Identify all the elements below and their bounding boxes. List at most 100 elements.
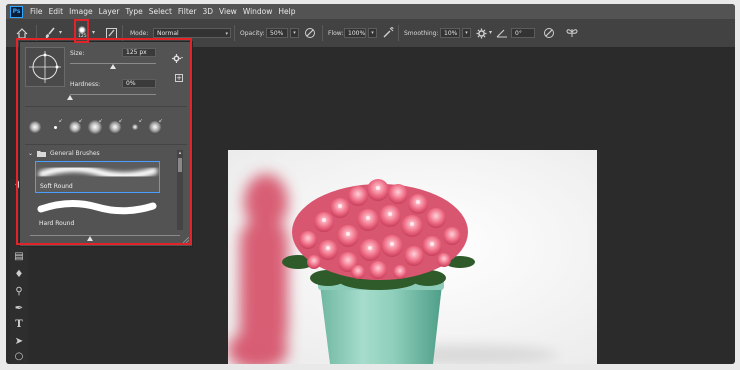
flow-dropdown[interactable]: ▾ xyxy=(368,28,377,38)
menu-file[interactable]: File xyxy=(30,7,43,16)
hardness-input[interactable]: 0% xyxy=(122,79,156,88)
brush-preset-picker-panel: Size: 125 px Hardness: 0% + ↙ ↙ ↙ ↙ ↙ ↙ … xyxy=(19,41,193,247)
recent-brush-1[interactable] xyxy=(26,118,44,136)
pressure-arrow-icon: ↙ xyxy=(118,118,123,124)
chevron-down-icon: ▾ xyxy=(465,30,468,36)
brush-group-general[interactable]: ⌄ General Brushes xyxy=(28,150,100,157)
home-icon xyxy=(16,27,28,39)
pen-pressure-icon xyxy=(305,28,315,38)
droplet-icon: ♦ xyxy=(14,269,24,280)
pressure-arrow-icon: ↙ xyxy=(78,118,83,124)
photoshop-window: Ps File Edit Image Layer Type Select Fil… xyxy=(6,4,735,364)
gear-icon xyxy=(172,54,183,63)
recent-brush-4[interactable]: ↙ xyxy=(86,118,104,136)
size-label: Size: xyxy=(70,50,85,57)
ellipse-tool[interactable]: ○ xyxy=(10,351,28,363)
recent-brush-2[interactable]: ↙ xyxy=(46,118,64,136)
recent-brush-5[interactable]: ↙ xyxy=(106,118,124,136)
menu-window[interactable]: Window xyxy=(243,7,273,16)
hardness-slider-track[interactable] xyxy=(70,94,156,95)
gear-icon xyxy=(476,28,487,38)
menu-select[interactable]: Select xyxy=(149,7,172,16)
pressure-arrow-icon: ↙ xyxy=(158,118,163,124)
angle-input[interactable]: 0° xyxy=(511,28,535,38)
chevron-down-icon: ▾ xyxy=(489,29,493,36)
blur-tool[interactable]: ♦ xyxy=(10,269,28,281)
preview-size-slider-thumb[interactable] xyxy=(87,236,93,241)
smoothing-options-button[interactable]: ▾ xyxy=(476,19,492,47)
size-slider-thumb[interactable] xyxy=(110,64,116,69)
recent-brush-3[interactable]: ↙ xyxy=(66,118,84,136)
chevron-down-icon: ▾ xyxy=(59,29,63,36)
ellipse-icon: ○ xyxy=(14,351,24,362)
dodge-icon: ⚲ xyxy=(15,286,23,297)
brush-settings-icon xyxy=(106,27,117,39)
menu-layer[interactable]: Layer xyxy=(99,7,120,16)
soft-round-stroke-preview xyxy=(38,165,158,180)
menu-3d[interactable]: 3D xyxy=(202,7,213,16)
panel-settings-button[interactable] xyxy=(172,48,183,67)
pressure-arrow-icon: ↙ xyxy=(58,118,63,124)
pressure-opacity-button[interactable] xyxy=(304,19,316,47)
menu-help[interactable]: Help xyxy=(278,7,295,16)
brush-group-name: General Brushes xyxy=(50,150,100,157)
type-tool[interactable]: T xyxy=(10,319,28,331)
brush-list-scrollbar[interactable]: ▴ xyxy=(177,150,183,230)
soft-round-tip-icon xyxy=(29,121,41,133)
pen-tool[interactable]: ✒ xyxy=(10,303,28,315)
opacity-dropdown[interactable]: ▾ xyxy=(290,28,299,38)
new-preset-button[interactable]: + xyxy=(175,74,183,82)
dodge-tool[interactable]: ⚲ xyxy=(10,286,28,298)
small-soft-tip-icon xyxy=(132,124,138,130)
butterfly-icon xyxy=(566,29,578,37)
pressure-size-button[interactable] xyxy=(543,19,555,47)
resize-grip-icon[interactable] xyxy=(183,237,189,243)
opacity-input[interactable]: 50% xyxy=(266,28,288,38)
menu-type[interactable]: Type xyxy=(126,7,143,16)
mode-select[interactable]: Normal ▾ xyxy=(153,28,231,38)
chevron-down-icon: ▾ xyxy=(225,31,228,37)
angle-icon xyxy=(496,29,507,38)
brush-item-hard-round[interactable]: Hard Round xyxy=(35,196,160,230)
brush-name-soft-round: Soft Round xyxy=(40,183,73,190)
pressure-arrow-icon: ↙ xyxy=(138,118,143,124)
flow-input[interactable]: 100% xyxy=(344,28,366,38)
symmetry-button[interactable] xyxy=(566,19,578,47)
document-canvas[interactable] xyxy=(228,150,597,364)
preview-size-slider-track[interactable] xyxy=(30,235,180,236)
smoothing-input[interactable]: 10% xyxy=(440,28,460,38)
folder-icon xyxy=(37,151,46,157)
pen-icon: ✒ xyxy=(14,303,24,314)
menu-view[interactable]: View xyxy=(219,7,237,16)
menu-edit[interactable]: Edit xyxy=(49,7,64,16)
scrollbar-thumb[interactable] xyxy=(178,158,182,172)
hardness-label: Hardness: xyxy=(70,81,101,88)
flower-pot-photo xyxy=(228,150,597,364)
menu-image[interactable]: Image xyxy=(69,7,93,16)
chevron-down-icon: ▾ xyxy=(293,30,296,36)
recent-brush-7[interactable]: ↙ xyxy=(146,118,164,136)
mode-label: Mode: xyxy=(130,29,149,37)
pen-pressure-size-icon xyxy=(544,28,554,38)
chevron-down-icon: ▾ xyxy=(92,29,96,36)
small-hard-tip-icon xyxy=(54,126,57,129)
brush-angle-preview[interactable] xyxy=(25,47,65,87)
brush-angle-control[interactable] xyxy=(496,19,508,47)
recent-brush-6[interactable]: ↙ xyxy=(126,118,144,136)
airbrush-button[interactable] xyxy=(382,19,394,47)
type-icon: T xyxy=(15,319,23,330)
recent-brushes-row: ↙ ↙ ↙ ↙ ↙ ↙ xyxy=(26,118,186,136)
chevron-down-icon: ⌄ xyxy=(28,150,34,157)
hardness-slider-thumb[interactable] xyxy=(67,95,73,100)
flow-label: Flow: xyxy=(328,29,344,37)
gradient-tool[interactable]: ▤ xyxy=(10,251,28,263)
airbrush-icon xyxy=(383,27,394,38)
path-selection-tool[interactable]: ➤ xyxy=(10,336,28,348)
brush-item-soft-round[interactable]: Soft Round xyxy=(35,161,160,193)
menu-bar: Ps File Edit Image Layer Type Select Fil… xyxy=(6,4,735,19)
menu-filter[interactable]: Filter xyxy=(178,7,197,16)
scroll-up-icon: ▴ xyxy=(178,150,182,156)
smoothing-dropdown[interactable]: ▾ xyxy=(462,28,471,38)
size-input[interactable]: 125 px xyxy=(122,48,156,57)
brush-icon xyxy=(45,27,55,38)
